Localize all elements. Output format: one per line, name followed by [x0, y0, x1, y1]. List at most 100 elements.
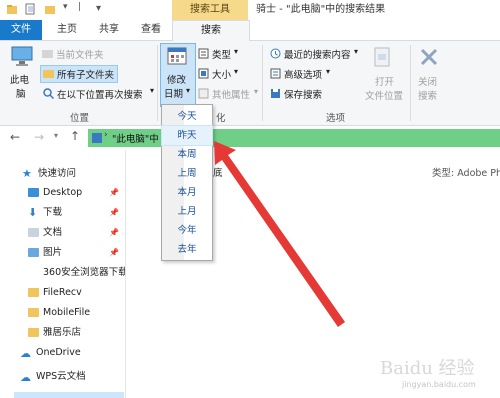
close-search-label-1[interactable]: 关闭	[418, 74, 437, 88]
refine-group-label: 化	[216, 113, 226, 124]
menu-item-last-month[interactable]: 上月	[162, 202, 212, 221]
nav-item-pictures[interactable]: 图片 📌	[28, 243, 123, 263]
result-file-type: 类型: Adobe Ph	[432, 168, 500, 179]
overflow-icon[interactable]: ▾	[96, 3, 101, 14]
nav-item-yajule-store[interactable]: 雅居乐店	[28, 323, 123, 343]
kind-dropdown-icon[interactable]: ▾	[234, 47, 238, 56]
pin-icon[interactable]: 📌	[109, 203, 119, 223]
save-search-icon	[271, 89, 280, 98]
size-button[interactable]: 大小	[212, 67, 231, 81]
download-icon: ⬇	[28, 206, 38, 219]
save-search-button[interactable]: 保存搜索	[284, 87, 322, 101]
pictures-icon	[28, 248, 39, 257]
this-pc-label-2: 脑	[16, 89, 26, 100]
advanced-options-button[interactable]: 高级选项	[284, 67, 322, 81]
window-title: 骑士 - "此电脑"中的搜索结果	[256, 4, 386, 15]
pin-icon[interactable]: 📌	[109, 243, 119, 263]
breadcrumb-text[interactable]: "此电脑"中	[112, 131, 159, 145]
current-folder-button[interactable]: 当前文件夹	[56, 47, 104, 61]
nav-onedrive[interactable]: OneDrive	[36, 343, 122, 363]
nav-this-pc-selected[interactable]	[14, 392, 124, 398]
size-dropdown-icon[interactable]: ▾	[234, 67, 238, 76]
document-icon	[28, 228, 39, 237]
open-file-location-label-1[interactable]: 打开	[375, 74, 394, 88]
tab-view[interactable]: 查看	[132, 20, 170, 40]
wps-cloud-icon: ☁	[20, 371, 31, 384]
search-again-dropdown-icon[interactable]: ▾	[150, 86, 154, 95]
up-arrow-icon[interactable]: ↑	[70, 129, 80, 143]
tab-search[interactable]: 搜索	[172, 20, 250, 41]
computer-icon	[11, 46, 33, 66]
menu-item-this-month[interactable]: 本月	[162, 183, 212, 202]
this-pc-label-1: 此电	[10, 75, 30, 86]
date-modified-label-1: 修改	[167, 75, 187, 86]
group-divider	[157, 45, 158, 121]
menu-item-today[interactable]: 今天	[162, 107, 212, 126]
quick-access-star-icon: ★	[22, 167, 32, 180]
date-modified-menu: 今天 昨天 本周 上周 本月 上月 今年 去年	[161, 104, 213, 261]
recent-searches-dropdown-icon[interactable]: ▾	[354, 47, 358, 56]
advanced-options-dropdown-icon[interactable]: ▾	[326, 67, 330, 76]
nav-wps-cloud[interactable]: WPS云文档	[36, 367, 122, 387]
other-properties-dropdown-icon[interactable]: ▾	[254, 87, 258, 96]
recent-searches-icon	[270, 48, 281, 59]
search-results-icon	[92, 133, 102, 143]
tab-file[interactable]: 文件	[0, 20, 42, 40]
recent-locations-icon[interactable]: ▾	[54, 131, 58, 140]
close-icon	[420, 48, 438, 66]
tab-share[interactable]: 共享	[90, 20, 128, 40]
menu-item-last-year[interactable]: 去年	[162, 240, 212, 259]
nav-item-360-downloads[interactable]: 360安全浏览器下载	[43, 263, 125, 283]
other-properties-icon	[198, 88, 209, 99]
nav-quick-access[interactable]: 快速访问	[38, 164, 124, 184]
group-divider	[410, 45, 411, 121]
nav-item-downloads[interactable]: ⬇ 下载 📌	[28, 203, 123, 223]
menu-item-yesterday[interactable]: 昨天	[161, 125, 213, 146]
kind-button[interactable]: 类型	[212, 47, 231, 61]
pin-icon[interactable]: 📌	[109, 183, 119, 203]
navigation-pane: ★ 快速访问 Desktop 📌 ⬇ 下载 📌 文档 📌 图片 📌 360安全浏览器下载 …	[0, 150, 125, 398]
pin-icon[interactable]: 📌	[109, 223, 119, 243]
folder-icon	[28, 288, 39, 297]
customize-quick-access-icon[interactable]: ▾	[63, 2, 68, 12]
desktop-icon	[28, 188, 39, 197]
nav-item-documents[interactable]: 文档 📌	[28, 223, 123, 243]
open-file-location-label-2[interactable]: 文件位置	[365, 88, 403, 102]
size-icon	[198, 68, 209, 79]
all-subfolders-label: 所有子文件夹	[57, 70, 115, 81]
new-folder-icon[interactable]	[44, 3, 56, 15]
ribbon-tabs: 文件 主页 共享 查看 搜索	[0, 20, 500, 41]
current-folder-icon	[42, 50, 53, 58]
breadcrumb-chevron-icon[interactable]: ›	[104, 130, 108, 140]
pane-divider	[125, 150, 126, 398]
date-modified-label-2: 日期	[164, 89, 184, 100]
search-again-icon	[43, 88, 54, 99]
calendar-icon	[167, 47, 187, 65]
menu-item-this-year[interactable]: 今年	[162, 221, 212, 240]
properties-icon[interactable]	[24, 3, 36, 15]
forward-arrow-icon[interactable]: →	[34, 130, 44, 144]
other-properties-button[interactable]: 其他属性	[212, 87, 250, 101]
search-again-button[interactable]: 在以下位置再次搜索	[57, 87, 143, 101]
recent-searches-button[interactable]: 最近的搜索内容	[284, 47, 351, 61]
subfolders-icon	[43, 70, 54, 78]
folder-icon	[28, 308, 39, 317]
onedrive-icon: ☁	[20, 347, 31, 360]
baidu-watermark-url: jingyan.baidu.com	[402, 380, 476, 389]
result-file-name[interactable]: 底	[213, 165, 223, 179]
nav-item-filerecv[interactable]: FileRecv	[28, 283, 123, 303]
tab-home[interactable]: 主页	[48, 20, 86, 40]
menu-item-last-week[interactable]: 上周	[162, 164, 212, 183]
back-arrow-icon[interactable]: ←	[10, 130, 20, 144]
folder-icon	[7, 5, 17, 14]
context-tab-title: 搜索工具	[172, 0, 248, 20]
menu-item-this-week[interactable]: 本周	[162, 145, 212, 164]
nav-item-mobilefile[interactable]: MobileFile	[28, 303, 123, 323]
baidu-watermark-logo: Baidu 经验	[380, 358, 475, 379]
kind-icon	[198, 48, 209, 59]
title-bar: ▾ | ▾ 搜索工具 骑士 - "此电脑"中的搜索结果	[0, 0, 500, 20]
close-search-label-2[interactable]: 搜索	[418, 88, 437, 102]
date-modified-dropdown-icon: ▾	[186, 86, 191, 95]
nav-item-desktop[interactable]: Desktop 📌	[28, 183, 123, 203]
title-separator-icon: |	[78, 2, 82, 12]
